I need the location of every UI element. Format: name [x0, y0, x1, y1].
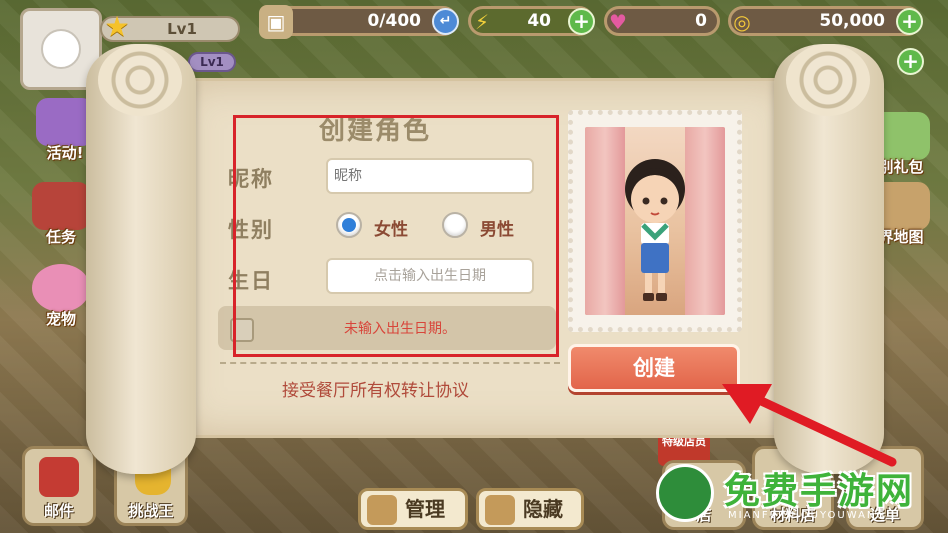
add-energy-button[interactable]: +: [568, 8, 595, 35]
scroll-right-curl: [786, 44, 870, 116]
divider: [220, 362, 560, 364]
storage-counter: ▣ 0/400 ↵: [259, 5, 459, 39]
coins-counter: ◎ 50,000 +: [728, 6, 923, 36]
character-portrait: [568, 110, 742, 332]
watermark-logo-icon: [656, 464, 714, 522]
mailbox-icon: [39, 457, 79, 497]
lightning-icon: ⚡: [474, 10, 490, 34]
hide-tab[interactable]: 隐藏: [476, 488, 584, 530]
game-screen: ★ Lv1 Lv1 ▣ 0/400 ↵ ⚡ 40 + ♥ 0 ◎ 50,000 …: [0, 0, 948, 533]
list-icon: [367, 495, 397, 525]
storage-box-icon: ▣: [259, 5, 293, 39]
manage-tab[interactable]: 管理: [358, 488, 468, 530]
hearts-counter: ♥ 0: [604, 6, 720, 36]
annotation-arrow-icon: [722, 384, 897, 467]
highlight-frame: [233, 115, 559, 357]
star-icon: ★: [104, 10, 130, 43]
add-gems-button[interactable]: +: [897, 48, 924, 75]
mail-label: 邮件: [43, 502, 74, 520]
worker-icon: [485, 495, 515, 525]
storage-return-button[interactable]: ↵: [432, 8, 459, 35]
coins-value: 50,000: [819, 11, 885, 31]
character-icon: [625, 159, 685, 301]
energy-value: 40: [527, 11, 551, 31]
watermark-subtitle: MIANFEISHOUYOUWANG: [728, 510, 887, 521]
create-button[interactable]: 创建: [568, 344, 740, 392]
vip-level-badge: Lv1: [188, 52, 236, 72]
heart-icon: ♥: [609, 10, 627, 34]
book-icon: [32, 182, 90, 230]
watermark-title: 免费手游网: [724, 471, 915, 512]
energy-counter: ⚡ 40 +: [468, 6, 595, 36]
watermark: 免费手游网 MIANFEISHOUYOUWANG: [652, 458, 942, 528]
coin-icon: ◎: [733, 10, 751, 34]
mail-button[interactable]: 邮件: [22, 446, 96, 526]
challenge-label: 挑战王: [128, 502, 174, 520]
manage-label: 管理: [405, 497, 445, 521]
storage-value: 0/400: [367, 11, 421, 31]
agreement-link[interactable]: 接受餐厅所有权转让协议: [282, 376, 469, 401]
hide-label: 隐藏: [523, 497, 563, 521]
scroll-left-curl: [98, 44, 182, 116]
avatar-face-icon: [41, 29, 81, 69]
add-coins-button[interactable]: +: [896, 8, 923, 35]
player-level: Lv1: [167, 20, 197, 38]
portrait-scene: [585, 127, 725, 315]
hearts-value: 0: [695, 11, 707, 31]
paw-icon: [32, 264, 90, 312]
